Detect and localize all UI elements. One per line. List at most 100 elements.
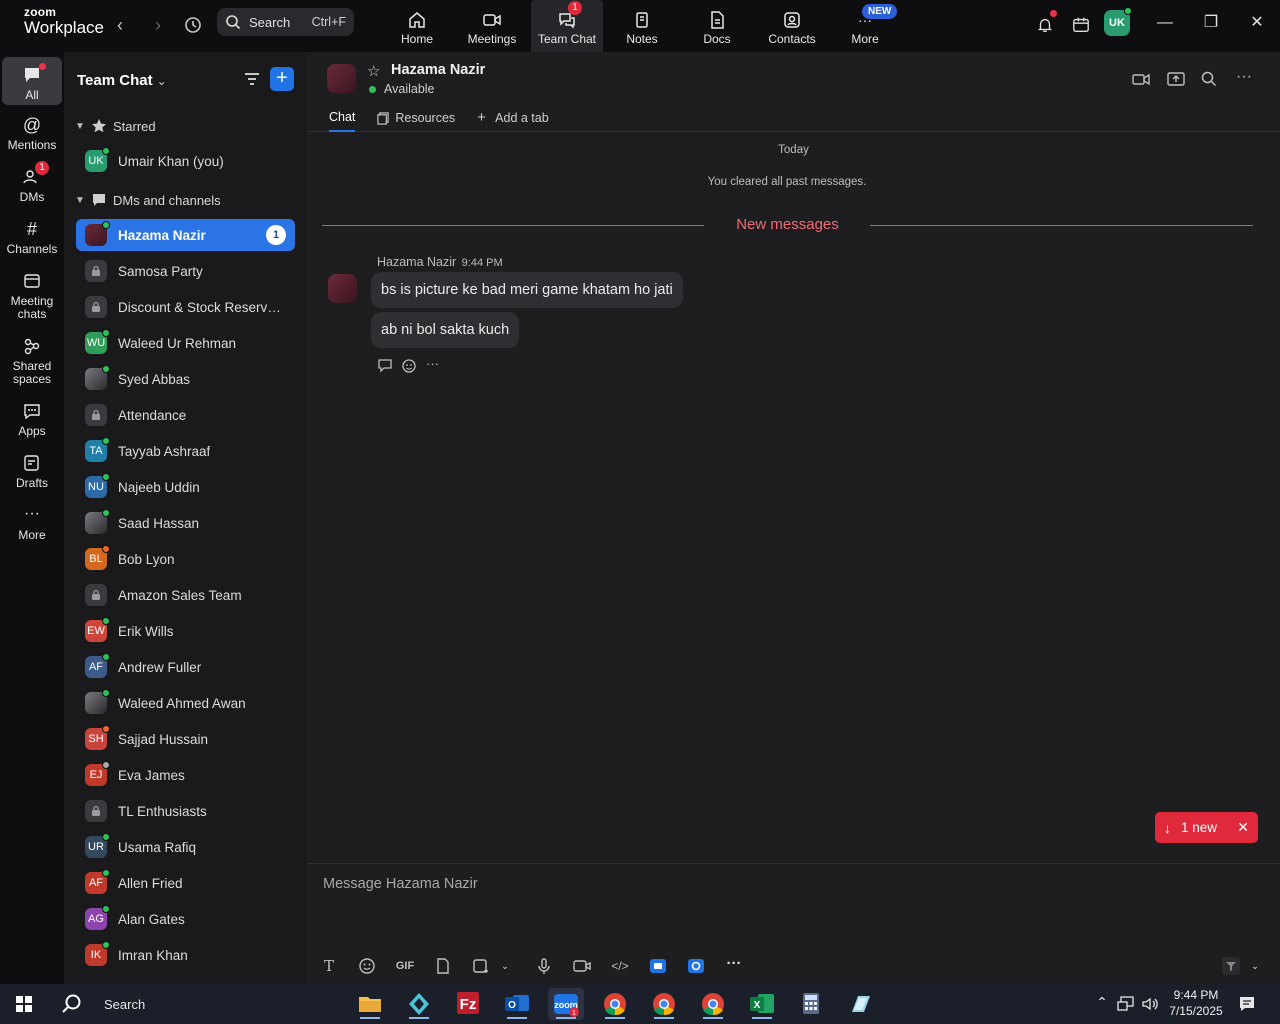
rail-mentions[interactable]: @ Mentions [2,115,62,152]
channel-item[interactable]: Discount & Stock Reservati... [76,291,295,323]
rail-drafts[interactable]: Drafts [2,453,62,490]
filter-icon[interactable] [242,69,262,89]
dm-item[interactable]: AG Alan Gates [76,903,295,935]
chrome-icon[interactable] [597,988,633,1020]
sender-avatar[interactable] [328,274,357,303]
star-outline-icon[interactable]: ☆ [367,62,380,80]
notification-center-icon[interactable] [1237,994,1257,1014]
back-arrow-icon[interactable]: ‹ [107,12,133,38]
rail-all[interactable]: All [2,57,62,105]
search-icon[interactable] [1199,69,1219,89]
calendar-icon[interactable] [1068,12,1094,38]
peer-avatar[interactable] [327,64,356,93]
history-icon[interactable] [180,12,206,38]
dm-item[interactable]: WU Waleed Ur Rehman [76,327,295,359]
message-input[interactable] [307,864,1280,904]
rail-dms[interactable]: DMs 1 [2,161,62,204]
dm-item[interactable]: IK Imran Khan [76,939,295,971]
snipping-tool-icon[interactable] [842,988,878,1020]
screenshot-icon[interactable] [471,956,491,976]
dm-item[interactable]: Hazama Nazir 1 [76,219,295,251]
filezilla-icon[interactable]: Fz [450,988,486,1020]
dm-item[interactable]: EW Erik Wills [76,615,295,647]
zoom-taskbar-icon[interactable]: zoom1 [548,988,584,1020]
microphone-icon[interactable] [534,956,554,976]
taskbar-clock[interactable]: 9:44 PM 7/15/2025 [1160,987,1232,1019]
message-bubble[interactable]: bs is picture ke bad meri game khatam ho… [371,272,683,308]
dm-item[interactable]: SH Sajjad Hussain [76,723,295,755]
forward-arrow-icon[interactable]: › [145,12,171,38]
send-options-chevron-icon[interactable]: ⌄ [1245,956,1265,976]
calculator-icon[interactable] [793,988,829,1020]
network-icon[interactable] [1116,994,1136,1014]
dm-item[interactable]: EJ Eva James [76,759,295,791]
bell-icon[interactable] [1032,10,1058,38]
nav-meetings[interactable]: Meetings [456,0,528,52]
section-dms-and-channels[interactable]: ▼ DMs and channels [75,190,221,210]
more-composer-icon[interactable]: ··· [724,956,744,976]
close-icon[interactable]: ✕ [1242,10,1272,36]
message-bubble[interactable]: ab ni bol sakta kuch [371,312,520,348]
message-more-icon[interactable]: ··· [426,357,444,375]
chrome-profile-2-icon[interactable] [646,988,682,1020]
tab-resources[interactable]: Resources [377,104,455,132]
nav-docs[interactable]: Docs [681,0,753,52]
share-screen-icon[interactable] [1166,69,1186,89]
file-explorer-icon[interactable] [352,988,388,1020]
nav-team-chat[interactable]: Team Chat 1 [531,0,603,52]
rail-meeting-chats[interactable]: Meeting chats [2,271,62,321]
chevron-down-icon[interactable]: ⌄ [495,956,515,976]
channel-item[interactable]: Amazon Sales Team [76,579,295,611]
rail-apps[interactable]: Apps [2,401,62,438]
send-icon[interactable] [1221,956,1241,976]
tray-overflow-icon[interactable]: ⌃ [1092,994,1112,1014]
file-icon[interactable] [433,956,453,976]
dm-item[interactable]: Waleed Ahmed Awan [76,687,295,719]
rail-channels[interactable]: # Channels [2,219,62,256]
dm-item[interactable]: Saad Hassan [76,507,295,539]
rail-shared-spaces[interactable]: Shared spaces [2,336,62,386]
windows-start-icon[interactable] [6,988,42,1020]
dm-item[interactable]: AF Andrew Fuller [76,651,295,683]
reply-thread-icon[interactable] [377,357,395,375]
tab-chat[interactable]: Chat [329,104,356,132]
taskbar-search[interactable]: Search [56,988,341,1020]
minimize-icon[interactable]: — [1150,10,1180,36]
nav-home[interactable]: Home [381,0,453,52]
search-box[interactable]: Search Ctrl+F [217,8,354,36]
chrome-profile-3-icon[interactable] [695,988,731,1020]
starred-item-umair-khan[interactable]: UK Umair Khan (you) [76,145,295,177]
video-call-icon[interactable] [1131,69,1151,89]
dm-item[interactable]: BL Bob Lyon [76,543,295,575]
nav-contacts[interactable]: Contacts [756,0,828,52]
dm-item[interactable]: Syed Abbas [76,363,295,395]
zoom-app-icon[interactable] [686,956,706,976]
new-message-jump-button[interactable]: ↓ 1 new ✕ [1155,812,1258,843]
nav-notes[interactable]: Notes [606,0,678,52]
tab-add[interactable]: + Add a tab [477,104,549,132]
channel-list-title[interactable]: Team Chat ⌄ [77,72,167,89]
restore-icon[interactable]: ❐ [1196,10,1226,36]
emoji-icon[interactable] [357,956,377,976]
sender-name[interactable]: Hazama Nazir [377,255,456,269]
new-chat-button[interactable]: + [270,67,294,91]
app-diamond-icon[interactable] [401,988,437,1020]
code-snippet-icon[interactable]: </> [610,956,630,976]
channel-item[interactable]: TL Enthusiasts [76,795,295,827]
volume-icon[interactable] [1140,994,1160,1014]
excel-icon[interactable]: X [744,988,780,1020]
dm-item[interactable]: AF Allen Fried [76,867,295,899]
peer-name[interactable]: Hazama Nazir [391,62,485,78]
outlook-icon[interactable]: O [499,988,535,1020]
text-format-icon[interactable]: T [319,956,339,976]
gif-button[interactable]: GIF [395,956,415,976]
section-starred[interactable]: ▼ Starred [75,116,156,136]
app-integration-icon[interactable] [648,956,668,976]
dismiss-icon[interactable]: ✕ [1237,819,1249,836]
dm-item[interactable]: TA Tayyab Ashraaf [76,435,295,467]
add-reaction-icon[interactable] [401,357,419,375]
channel-item[interactable]: Attendance [76,399,295,431]
dm-item[interactable]: UR Usama Rafiq [76,831,295,863]
more-options-icon[interactable]: ··· [1236,69,1256,89]
rail-more[interactable]: ··· More [2,505,62,542]
